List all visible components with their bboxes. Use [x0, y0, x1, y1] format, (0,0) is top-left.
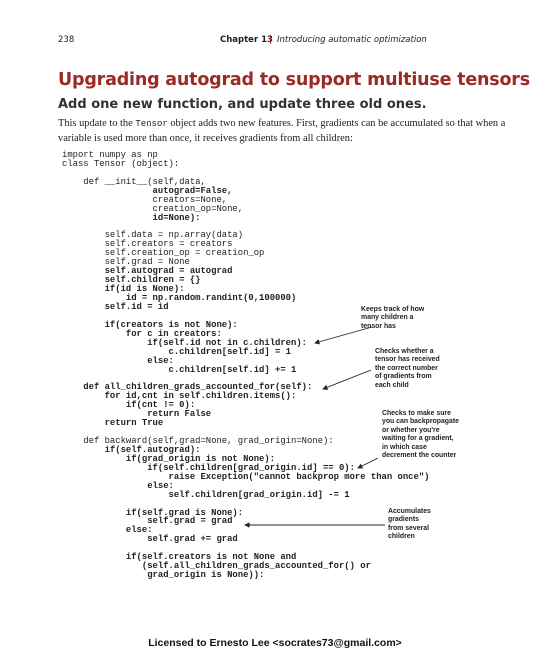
arrow-backprop-check	[357, 457, 379, 469]
license-footer: Licensed to Ernesto Lee <socrates73@gmai…	[148, 637, 402, 649]
callout-arrows	[244, 326, 385, 528]
book-page: 238 Chapter 13 | Introducing automatic o…	[0, 0, 550, 665]
arrow-gradient-count	[322, 369, 372, 390]
arrow-children-count	[314, 326, 373, 345]
